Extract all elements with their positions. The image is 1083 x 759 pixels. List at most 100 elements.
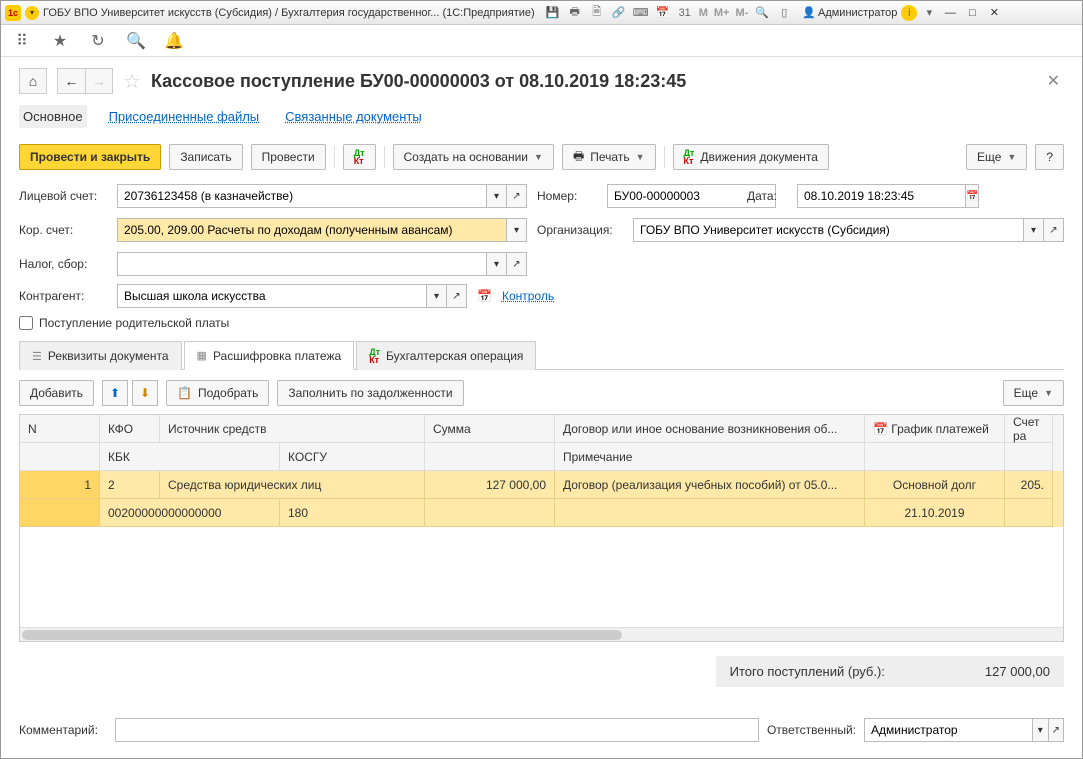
titlebar-dropdown-icon[interactable]: ▾ [25, 6, 39, 20]
calendar-icon[interactable]: 📅 [655, 5, 671, 21]
tax-dropdown-button[interactable]: ▾ [487, 252, 507, 276]
info-icon[interactable]: i [901, 5, 917, 21]
apps-icon[interactable]: ⠿ [13, 32, 31, 50]
corr-dropdown-button[interactable]: ▾ [507, 218, 527, 242]
org-input[interactable] [633, 218, 1024, 242]
more-button[interactable]: Еще▼ [966, 144, 1027, 170]
close-window-button[interactable]: ✕ [985, 5, 1003, 21]
contractor-field: ▾ ↗ [117, 284, 467, 308]
account-dropdown-button[interactable]: ▾ [487, 184, 507, 208]
col-n-b [20, 443, 100, 471]
minimize-button[interactable]: — [941, 5, 959, 21]
zoom-icon[interactable]: 🔍 [754, 5, 770, 21]
total-row: Итого поступлений (руб.): 127 000,00 [19, 656, 1064, 687]
m-icon[interactable]: M [699, 7, 708, 19]
tab-accounting[interactable]: ДтКтБухгалтерская операция [356, 341, 536, 370]
detail-tabs: ☰Реквизиты документа ▦Расшифровка платеж… [19, 340, 1064, 370]
grid-row-1[interactable]: 1 2 Средства юридических лиц 127 000,00 … [20, 471, 1063, 527]
search-icon[interactable]: 🔍 [127, 32, 145, 50]
panel-icon[interactable]: ▯ [776, 5, 792, 21]
col-kbk[interactable]: КБК [100, 443, 280, 471]
history-icon[interactable]: ↻ [89, 32, 107, 50]
m-plus-icon[interactable]: M+ [714, 7, 730, 19]
scrollbar-thumb[interactable] [22, 630, 622, 640]
print-button[interactable]: 🖶Печать▼ [562, 144, 656, 170]
nav-forward-button[interactable]: → [85, 68, 113, 94]
post-and-close-button[interactable]: Провести и закрыть [19, 144, 161, 170]
account-label: Лицевой счет: [19, 189, 107, 203]
corr-label: Кор. счет: [19, 223, 107, 237]
move-down-button[interactable]: ⬇ [132, 380, 158, 406]
date-icon[interactable]: 31 [677, 5, 693, 21]
comment-input[interactable] [115, 718, 759, 742]
col-sum[interactable]: Сумма [425, 415, 555, 443]
save-icon[interactable]: 💾 [545, 5, 561, 21]
col-kosgu[interactable]: КОСГУ [280, 443, 425, 471]
post-button[interactable]: Провести [251, 144, 326, 170]
col-account[interactable]: Счет ра [1005, 415, 1053, 443]
tab-requisites[interactable]: ☰Реквизиты документа [19, 341, 182, 370]
dtkt-button[interactable]: ДтКт [343, 144, 376, 170]
current-user[interactable]: 👤 Администратор [802, 6, 897, 19]
favorite-star-icon[interactable]: ☆ [123, 69, 141, 94]
notifications-icon[interactable]: 🔔 [165, 32, 183, 50]
help-button[interactable]: ? [1035, 144, 1064, 170]
tab-breakdown[interactable]: ▦Расшифровка платежа [184, 341, 355, 370]
print-icon[interactable]: 🖶 [567, 5, 583, 21]
nav-back-button[interactable]: ← [57, 68, 85, 94]
date-picker-button[interactable]: 📅 [966, 184, 979, 208]
move-up-button[interactable]: ⬆ [102, 380, 128, 406]
contractor-input[interactable] [117, 284, 427, 308]
more-label: Еще [977, 150, 1001, 164]
responsible-open-button[interactable]: ↗ [1049, 718, 1065, 742]
corr-input[interactable] [117, 218, 507, 242]
subtab-linked[interactable]: Связанные документы [281, 105, 426, 128]
save-button[interactable]: Записать [169, 144, 242, 170]
info-dd-icon[interactable]: ▾ [921, 5, 937, 21]
calendar-small-icon[interactable]: 📅 [477, 289, 492, 303]
col-source[interactable]: Источник средств [160, 415, 425, 443]
account-open-button[interactable]: ↗ [507, 184, 527, 208]
date-label: Дата: [747, 189, 787, 203]
add-row-button[interactable]: Добавить [19, 380, 94, 406]
col-kfo[interactable]: КФО [100, 415, 160, 443]
tax-input[interactable] [117, 252, 487, 276]
m-minus-icon[interactable]: M- [735, 7, 748, 19]
cell-sum-b [425, 499, 555, 527]
subtab-main[interactable]: Основное [19, 105, 87, 128]
col-n[interactable]: N [20, 415, 100, 443]
subtab-files[interactable]: Присоединенные файлы [105, 105, 264, 128]
contractor-open-button[interactable]: ↗ [447, 284, 467, 308]
document-title: Кассовое поступление БУ00-00000003 от 08… [151, 71, 686, 92]
link-icon[interactable]: 🔗 [611, 5, 627, 21]
date-input[interactable] [797, 184, 966, 208]
contractor-dropdown-button[interactable]: ▾ [427, 284, 447, 308]
calc-icon[interactable]: ⌨ [633, 5, 649, 21]
create-based-button[interactable]: Создать на основании▼ [393, 144, 554, 170]
org-open-button[interactable]: ↗ [1044, 218, 1064, 242]
org-dropdown-button[interactable]: ▾ [1024, 218, 1044, 242]
favorites-icon[interactable]: ★ [51, 32, 69, 50]
app-window: 1c ▾ ГОБУ ВПО Университет искусств (Субс… [0, 0, 1083, 759]
close-document-button[interactable]: ✕ [1043, 67, 1064, 95]
tab-accounting-label: Бухгалтерская операция [386, 349, 523, 363]
fill-button[interactable]: Заполнить по задолженности [277, 380, 463, 406]
movements-button[interactable]: ДтКтДвижения документа [673, 144, 829, 170]
control-link[interactable]: Контроль [502, 289, 554, 303]
col-schedule[interactable]: 📅 График платежей [865, 415, 1005, 443]
parent-pay-checkbox[interactable] [19, 316, 33, 330]
doc-icon[interactable]: 🗎 [589, 5, 605, 21]
col-note[interactable]: Примечание [555, 443, 865, 471]
grid-scrollbar[interactable] [20, 627, 1063, 641]
account-input[interactable] [117, 184, 487, 208]
maximize-button[interactable]: □ [963, 5, 981, 21]
col-contract[interactable]: Договор или иное основание возникновения… [555, 415, 865, 443]
home-button[interactable]: ⌂ [19, 68, 47, 94]
responsible-dropdown-button[interactable]: ▾ [1033, 718, 1049, 742]
grid-more-button[interactable]: Еще▼ [1003, 380, 1064, 406]
pick-button[interactable]: 📋Подобрать [166, 380, 269, 406]
responsible-input[interactable] [864, 718, 1033, 742]
tax-label: Налог, сбор: [19, 257, 107, 271]
tax-open-button[interactable]: ↗ [507, 252, 527, 276]
command-bar: Провести и закрыть Записать Провести ДтК… [1, 138, 1082, 176]
